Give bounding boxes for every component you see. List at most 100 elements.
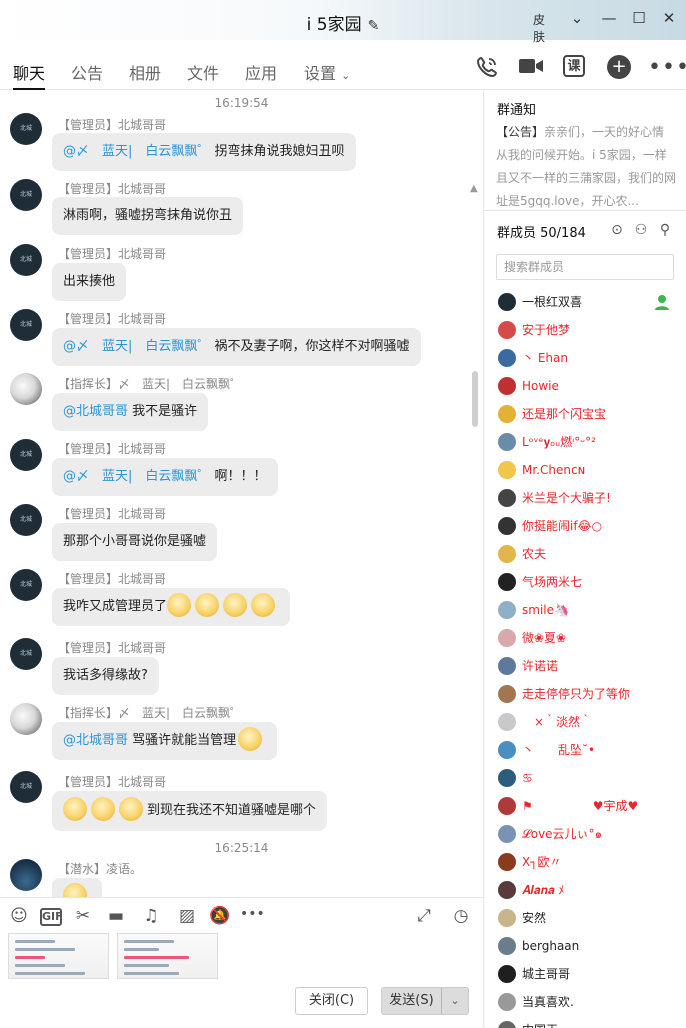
avatar[interactable] — [10, 703, 42, 735]
pencil-icon[interactable]: ✎ — [368, 18, 380, 34]
member-search-input[interactable]: 搜索群成员 — [496, 254, 674, 280]
avatar[interactable]: 北城 — [10, 638, 42, 670]
image-icon[interactable]: ▨ — [176, 906, 198, 926]
avatar[interactable]: 北城 — [10, 179, 42, 211]
class-icon[interactable]: 课 — [563, 55, 589, 81]
member-name: 𝑨𝒍𝒂𝒏𝒂 ﾒ — [522, 883, 565, 897]
member-item[interactable]: Mr.Chenᴄɴ — [496, 459, 676, 487]
scroll-up-icon[interactable]: ▲ — [470, 183, 478, 194]
history-icon[interactable]: ◷ — [450, 906, 472, 926]
member-item[interactable]: 丶 乱坠˘• — [496, 739, 676, 767]
emoji-icon — [119, 796, 143, 821]
member-item[interactable]: 走走停停只为了等你 — [496, 683, 676, 711]
video-icon[interactable] — [518, 55, 544, 81]
message-text: 啊！！！ — [214, 469, 267, 484]
member-item[interactable]: 还是那个闪宝宝 — [496, 403, 676, 431]
member-item[interactable]: 你挺能闹if😂○ — [496, 515, 676, 543]
emoji-icon[interactable]: ☺ — [8, 906, 30, 926]
member-item[interactable]: Lᵒᵛᵉ𝐲ₒᵤ燃ᵎ°ᵕ°² — [496, 431, 676, 459]
avatar[interactable]: 北城 — [10, 504, 42, 536]
member-item[interactable]: ♋ — [496, 767, 676, 795]
input-toolbar: ☺ GIF ✂ ▬ ♫ ▨ 🔕 ••• ⤢ ◷ — [0, 897, 483, 933]
member-item[interactable]: 安然 — [496, 907, 676, 935]
member-item[interactable]: 微❀夏❀ — [496, 627, 676, 655]
more-icon[interactable]: ••• — [240, 906, 265, 922]
member-item[interactable]: 丶 Ehan — [496, 347, 676, 375]
more-icon[interactable]: ••• — [648, 55, 686, 81]
search-icon[interactable]: ⚲ — [656, 222, 674, 238]
avatar[interactable]: 北城 — [10, 771, 42, 803]
member-item[interactable]: 一根红双喜 — [496, 291, 676, 319]
chat-area[interactable]: ▲ 16:19:54 北城 【管理员】北城哥哥 @〆 蓝天| 白云飘飘゜ 拐弯抹… — [0, 91, 483, 897]
members-title: 群成员 50/184 — [497, 226, 586, 241]
member-item[interactable]: 𝑨𝒍𝒂𝒏𝒂 ﾒ — [496, 879, 676, 907]
tab-settings[interactable]: 设置 ⌄ — [304, 60, 350, 84]
tab-announcement[interactable]: 公告 — [71, 60, 103, 84]
avatar[interactable]: 北城 — [10, 244, 42, 276]
member-name: ⚑ ♥宇成♥ — [522, 799, 639, 813]
avatar[interactable] — [10, 859, 42, 891]
member-item[interactable]: 𝓛ove云儿ぃ°๑ — [496, 823, 676, 851]
music-icon[interactable]: ♫ — [140, 906, 162, 926]
member-item[interactable]: 气场两米七 — [496, 571, 676, 599]
avatar[interactable]: 北城 — [10, 113, 42, 145]
notice-tag: 【公告】 — [496, 125, 545, 139]
mention[interactable]: @〆 蓝天| 白云飘飘゜ — [63, 144, 210, 159]
member-item[interactable]: 城主哥哥 — [496, 963, 676, 991]
scissors-icon[interactable]: ✂ — [72, 906, 94, 926]
bell-off-icon[interactable]: 🔕 — [209, 906, 231, 926]
message-bubble: 那那个小哥哥说你是骚嘘 — [52, 523, 218, 561]
mention[interactable]: @〆 蓝天| 白云飘飘゜ — [63, 469, 210, 484]
member-item[interactable]: Howie — [496, 375, 676, 403]
expand-icon[interactable]: ⤢ — [413, 906, 435, 926]
message-text: 拐弯抹角说我媳妇丑呗 — [214, 144, 345, 159]
close-chat-button[interactable]: 关闭(C) — [295, 987, 368, 1015]
notice-text[interactable]: 【公告】亲亲们，一天的好心情从我的问候开始。i 5家园，一样且又不一样的三蒲家园… — [496, 121, 676, 213]
mention[interactable]: @北城哥哥 — [63, 404, 128, 419]
member-item[interactable]: 农夫 — [496, 543, 676, 571]
member-avatar — [498, 629, 516, 647]
collapse-button[interactable]: ⌄ — [566, 9, 588, 27]
gif-icon[interactable]: GIF — [40, 908, 63, 926]
sender-name: 【管理员】北城哥哥 — [58, 247, 167, 261]
send-options-dropdown[interactable]: ⌄ — [441, 987, 469, 1015]
tab-apps[interactable]: 应用 — [245, 60, 277, 84]
phone-icon[interactable] — [474, 55, 500, 81]
member-item[interactable]: berghaan — [496, 935, 676, 963]
message-text: 我不是骚许 — [132, 404, 198, 419]
folder-icon[interactable]: ▬ — [105, 906, 127, 926]
tab-album[interactable]: 相册 — [129, 60, 161, 84]
send-button[interactable]: 发送(S) — [381, 987, 442, 1015]
tab-files[interactable]: 文件 — [187, 60, 219, 84]
add-circle-icon[interactable]: + — [607, 55, 633, 81]
avatar[interactable]: 北城 — [10, 569, 42, 601]
mention[interactable]: @北城哥哥 — [63, 733, 128, 748]
minimize-button[interactable]: — — [598, 9, 620, 27]
avatar[interactable]: 北城 — [10, 309, 42, 341]
member-avatar — [498, 461, 516, 479]
close-button[interactable]: ✕ — [658, 9, 680, 27]
image-thumbnail[interactable] — [117, 933, 218, 979]
member-item[interactable]: 安于他梦 — [496, 319, 676, 347]
chat-scrollbar[interactable] — [472, 371, 478, 427]
image-thumbnail[interactable] — [8, 933, 109, 979]
maximize-button[interactable]: ☐ — [628, 9, 650, 27]
member-item[interactable]: 当真喜欢. — [496, 991, 676, 1019]
message-bubble: 出来揍他 — [52, 263, 127, 301]
emoji-icon — [91, 796, 115, 821]
mention[interactable]: @〆 蓝天| 白云飘飘゜ — [63, 339, 210, 354]
member-item[interactable]: smile🦄 — [496, 599, 676, 627]
member-item[interactable]: 中国王… — [496, 1019, 676, 1028]
group-search-icon[interactable]: ⊙ — [608, 222, 626, 238]
sender-name: 【指挥长】〆 蓝天| 白云飘飘゜ — [58, 706, 243, 720]
member-item[interactable]: ×｀淡然｀ — [496, 711, 676, 739]
member-item[interactable]: X┐欧〃 — [496, 851, 676, 879]
member-item[interactable]: 许诺诺 — [496, 655, 676, 683]
avatar[interactable] — [10, 373, 42, 405]
add-member-icon[interactable]: ⚇ — [632, 222, 650, 238]
avatar[interactable]: 北城 — [10, 439, 42, 471]
tab-chat[interactable]: 聊天 — [13, 60, 46, 90]
member-item[interactable]: 米兰是个大骗子! — [496, 487, 676, 515]
member-avatar — [498, 545, 516, 563]
member-item[interactable]: ⚑ ♥宇成♥ — [496, 795, 676, 823]
